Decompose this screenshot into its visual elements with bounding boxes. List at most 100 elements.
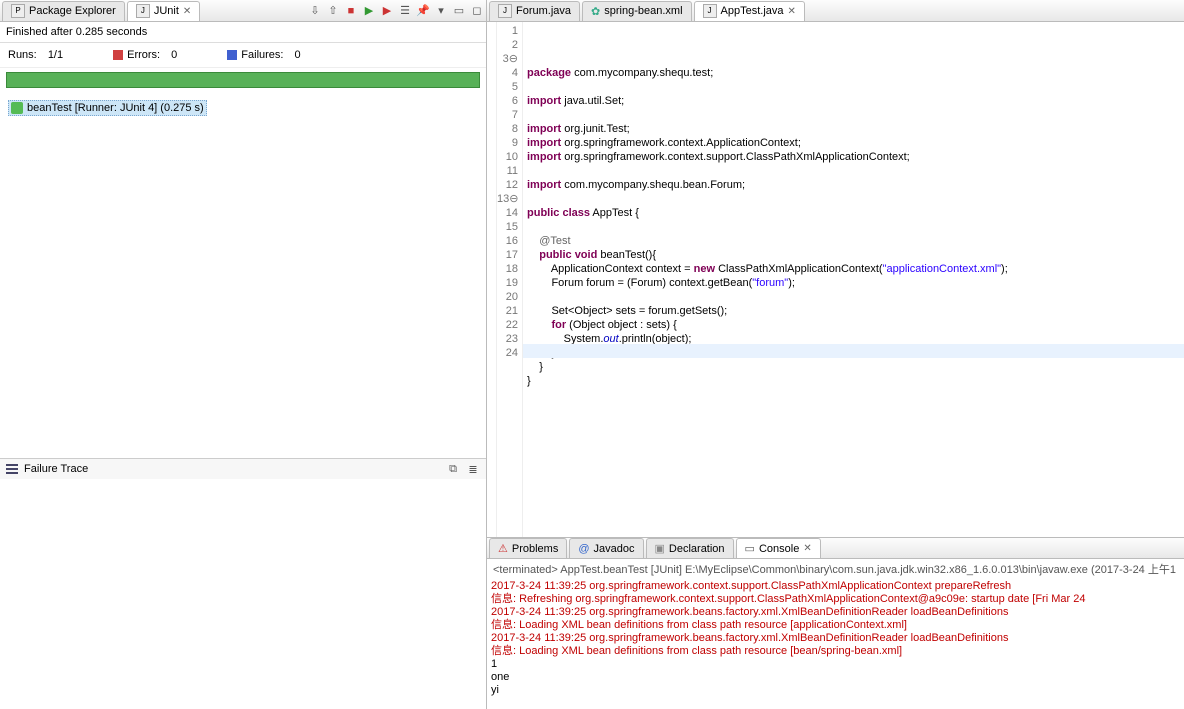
tab-declaration[interactable]: ▣ Declaration bbox=[646, 538, 734, 558]
rerun-failed-icon[interactable]: ▶ bbox=[380, 4, 394, 18]
filter-trace-icon[interactable]: ⧉ bbox=[446, 462, 460, 476]
next-failure-icon[interactable]: ⇧ bbox=[326, 4, 340, 18]
tab-label: JUnit bbox=[154, 5, 179, 17]
console-output[interactable]: 2017-3-24 11:39:25 org.springframework.c… bbox=[487, 579, 1184, 709]
error-icon bbox=[113, 50, 123, 60]
editor-tab-spring-bean[interactable]: ✿ spring-bean.xml bbox=[582, 1, 691, 21]
editor-tab-apptest[interactable]: J AppTest.java ✕ bbox=[694, 1, 805, 21]
failure-trace-header: Failure Trace ⧉ ≣ bbox=[0, 458, 486, 479]
close-icon[interactable]: ✕ bbox=[183, 6, 191, 17]
problems-icon: ⚠ bbox=[498, 542, 508, 555]
close-icon[interactable]: ✕ bbox=[788, 6, 796, 17]
line-number: 21 bbox=[497, 304, 522, 318]
code-line[interactable] bbox=[527, 388, 1184, 402]
line-number: 24 bbox=[497, 346, 522, 360]
code-line[interactable]: import java.util.Set; bbox=[527, 94, 1184, 108]
left-panel: P Package Explorer J JUnit ✕ ⇩ ⇧ ■ ▶ ▶ ☰… bbox=[0, 0, 487, 709]
console-line: 信息: Refreshing org.springframework.conte… bbox=[491, 593, 1180, 606]
code-line[interactable]: package com.mycompany.shequ.test; bbox=[527, 66, 1184, 80]
code-line[interactable]: public class AppTest { bbox=[527, 206, 1184, 220]
line-number: 4 bbox=[497, 66, 522, 80]
tab-console[interactable]: ▭ Console ✕ bbox=[736, 538, 821, 558]
prev-failure-icon[interactable]: ⇩ bbox=[308, 4, 322, 18]
line-number: 22 bbox=[497, 318, 522, 332]
line-number: 11 bbox=[497, 164, 522, 178]
console-line: 1 bbox=[491, 658, 1180, 671]
line-number: 15 bbox=[497, 220, 522, 234]
junit-toolbar: ⇩ ⇧ ■ ▶ ▶ ☰ 📌 ▾ ▭ ◻ bbox=[308, 4, 484, 18]
failures-label: Failures: bbox=[241, 49, 283, 61]
tab-problems[interactable]: ⚠ Problems bbox=[489, 538, 567, 558]
line-number: 6 bbox=[497, 94, 522, 108]
maximize-icon[interactable]: ◻ bbox=[470, 4, 484, 18]
code-line[interactable]: for (Object object : sets) { bbox=[527, 318, 1184, 332]
code-line[interactable]: import org.springframework.context.suppo… bbox=[527, 150, 1184, 164]
code-line[interactable]: import com.mycompany.shequ.bean.Forum; bbox=[527, 178, 1184, 192]
code-line[interactable] bbox=[527, 192, 1184, 206]
view-menu-icon[interactable]: ▾ bbox=[434, 4, 448, 18]
code-line[interactable]: } bbox=[527, 360, 1184, 374]
bottom-tab-bar: ⚠ Problems @ Javadoc ▣ Declaration ▭ Con… bbox=[487, 537, 1184, 559]
history-icon[interactable]: ☰ bbox=[398, 4, 412, 18]
failure-trace-label: Failure Trace bbox=[24, 463, 88, 475]
current-line-highlight bbox=[523, 344, 1184, 358]
line-number: 10 bbox=[497, 150, 522, 164]
junit-progress-bar bbox=[6, 72, 480, 88]
code-line[interactable]: ApplicationContext context = new ClassPa… bbox=[527, 262, 1184, 276]
compare-icon[interactable]: ≣ bbox=[466, 462, 480, 476]
line-number: 23 bbox=[497, 332, 522, 346]
console-header: <terminated> AppTest.beanTest [JUnit] E:… bbox=[487, 559, 1184, 579]
code-line[interactable]: public void beanTest(){ bbox=[527, 248, 1184, 262]
runs-label: Runs: bbox=[8, 49, 37, 61]
code-line[interactable] bbox=[527, 290, 1184, 304]
line-number: 8 bbox=[497, 122, 522, 136]
line-number: 9 bbox=[497, 136, 522, 150]
junit-tree[interactable]: beanTest [Runner: JUnit 4] (0.275 s) bbox=[0, 96, 486, 458]
minimize-icon[interactable]: ▭ bbox=[452, 4, 466, 18]
line-number: 14 bbox=[497, 206, 522, 220]
code-line[interactable]: import org.springframework.context.Appli… bbox=[527, 136, 1184, 150]
code-line[interactable]: @Test bbox=[527, 234, 1184, 248]
line-number: 17 bbox=[497, 248, 522, 262]
code-line[interactable] bbox=[527, 80, 1184, 94]
failure-icon bbox=[227, 50, 237, 60]
tab-label: Problems bbox=[512, 543, 558, 555]
status-text: Finished after 0.285 seconds bbox=[6, 26, 147, 38]
code-line[interactable]: Set<Object> sets = forum.getSets(); bbox=[527, 304, 1184, 318]
line-number: 18 bbox=[497, 262, 522, 276]
tab-label: Console bbox=[759, 543, 799, 555]
code-line[interactable]: Forum forum = (Forum) context.getBean("f… bbox=[527, 276, 1184, 290]
tab-javadoc[interactable]: @ Javadoc bbox=[569, 538, 643, 558]
java-file-icon: J bbox=[498, 4, 512, 18]
declaration-icon: ▣ bbox=[655, 542, 665, 555]
tab-package-explorer[interactable]: P Package Explorer bbox=[2, 1, 125, 21]
rerun-icon[interactable]: ▶ bbox=[362, 4, 376, 18]
tab-label: spring-bean.xml bbox=[604, 5, 682, 17]
editor-tab-forum[interactable]: J Forum.java bbox=[489, 1, 580, 21]
console-process-label: <terminated> AppTest.beanTest [JUnit] E:… bbox=[493, 564, 1176, 576]
close-icon[interactable]: ✕ bbox=[803, 543, 811, 554]
code-line[interactable] bbox=[527, 164, 1184, 178]
code-line[interactable] bbox=[527, 108, 1184, 122]
code-line[interactable]: } bbox=[527, 374, 1184, 388]
line-number: 2 bbox=[497, 38, 522, 52]
pin-icon[interactable]: 📌 bbox=[416, 4, 430, 18]
tab-junit[interactable]: J JUnit ✕ bbox=[127, 1, 200, 21]
line-number-gutter: 123⊖45678910111213⊖141516171819202122232… bbox=[497, 22, 523, 537]
console-line: yi bbox=[491, 684, 1180, 697]
code-line[interactable]: import org.junit.Test; bbox=[527, 122, 1184, 136]
editor-area[interactable]: 123⊖45678910111213⊖141516171819202122232… bbox=[487, 22, 1184, 537]
test-tree-item[interactable]: beanTest [Runner: JUnit 4] (0.275 s) bbox=[8, 100, 207, 116]
junit-status: Finished after 0.285 seconds bbox=[0, 22, 486, 43]
code-editor[interactable]: package com.mycompany.shequ.test; import … bbox=[523, 22, 1184, 537]
stop-icon[interactable]: ■ bbox=[344, 4, 358, 18]
code-line[interactable] bbox=[527, 220, 1184, 234]
javadoc-icon: @ bbox=[578, 543, 589, 555]
console-line: 2017-3-24 11:39:25 org.springframework.c… bbox=[491, 580, 1180, 593]
failures-value: 0 bbox=[295, 49, 301, 61]
left-tab-bar: P Package Explorer J JUnit ✕ ⇩ ⇧ ■ ▶ ▶ ☰… bbox=[0, 0, 486, 22]
junit-icon: J bbox=[136, 4, 150, 18]
runs-value: 1/1 bbox=[48, 49, 63, 61]
line-number: 20 bbox=[497, 290, 522, 304]
runs-count: Runs: 1/1 bbox=[8, 49, 63, 61]
